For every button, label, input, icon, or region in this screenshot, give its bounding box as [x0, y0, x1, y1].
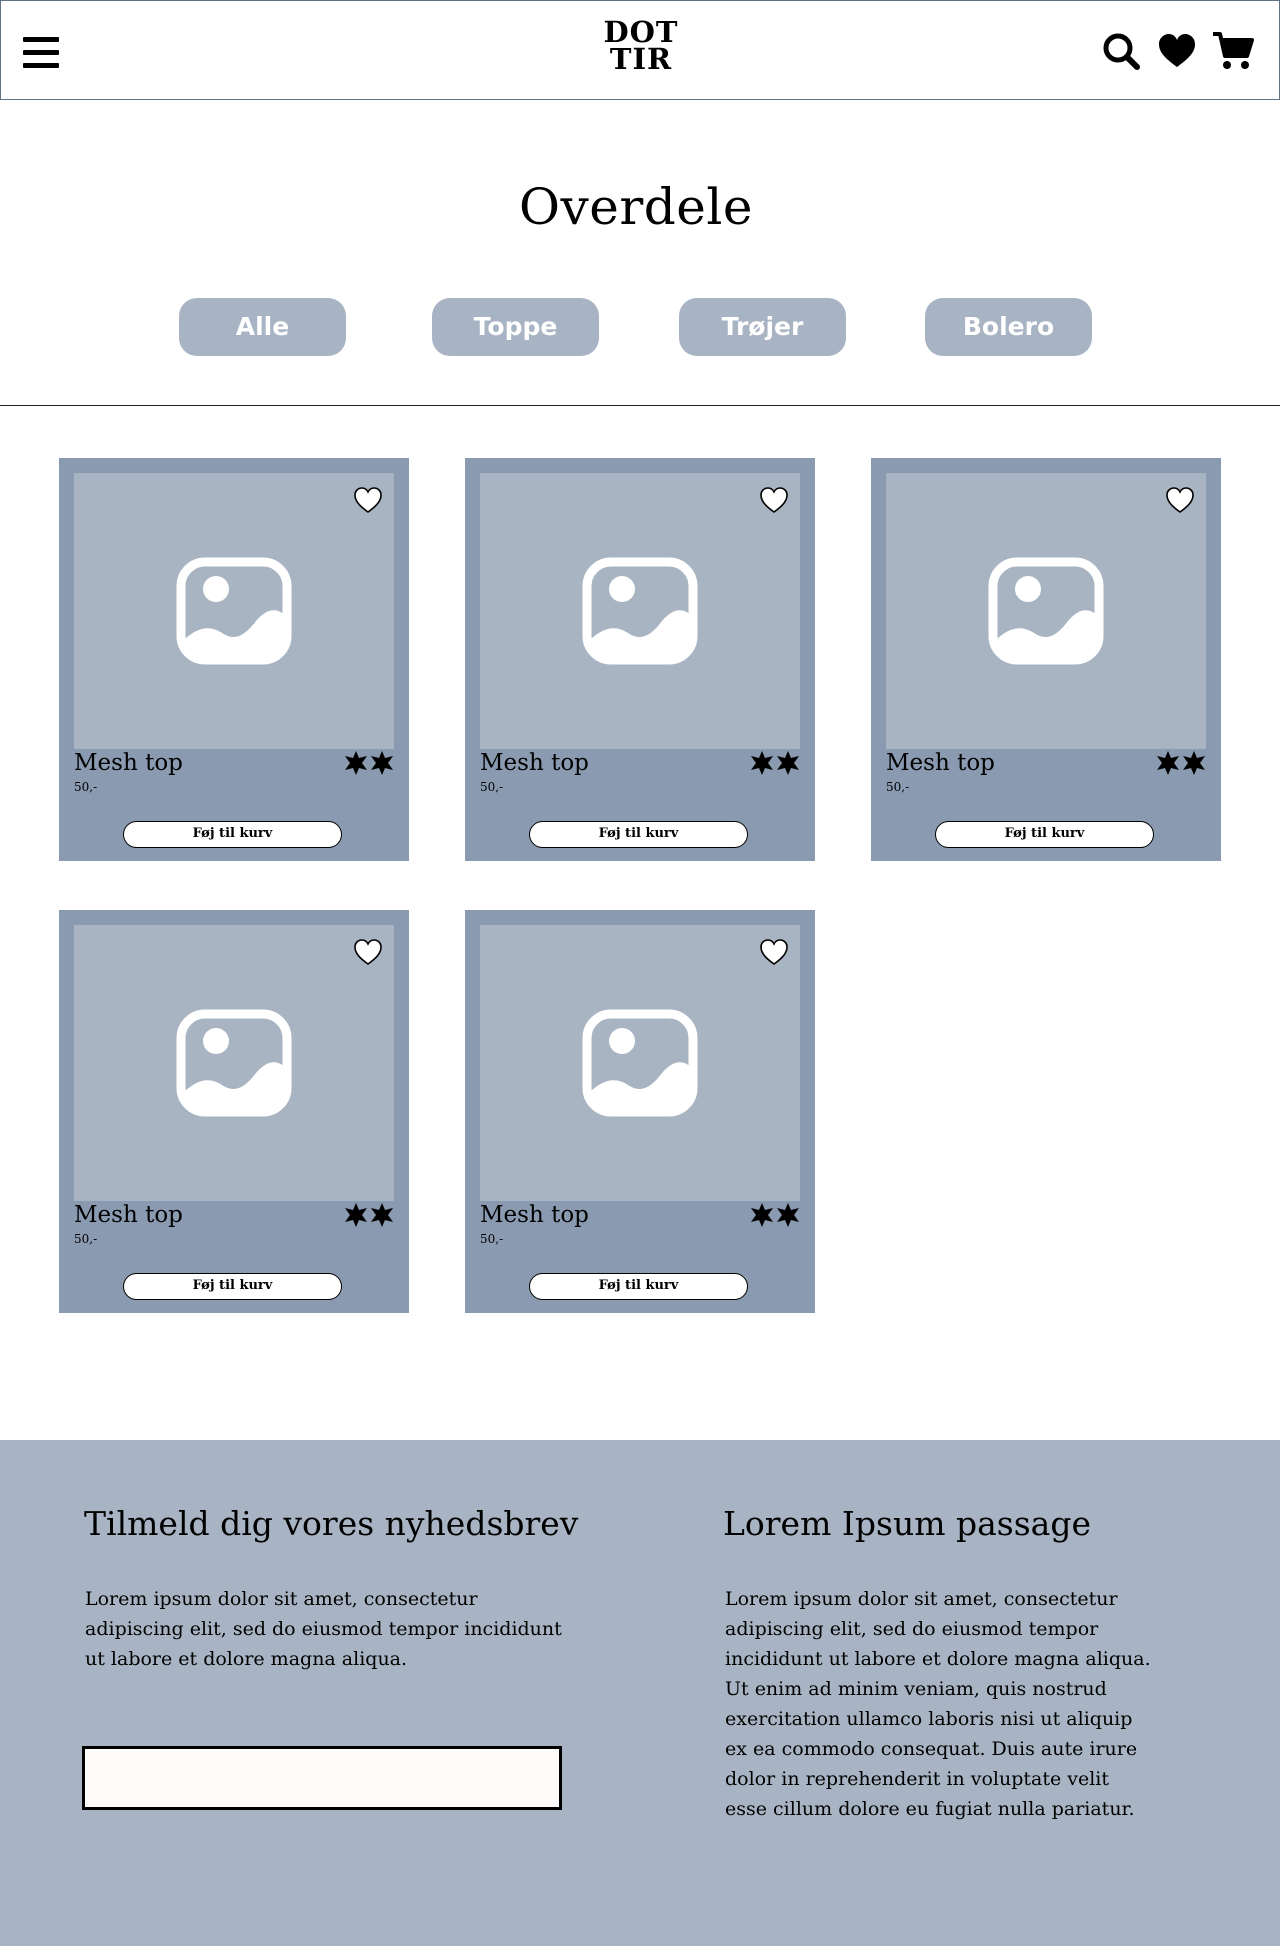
site-header: DOT TIR	[0, 0, 1280, 100]
product-image[interactable]	[886, 473, 1206, 749]
add-to-cart-button[interactable]: Føj til kurv	[123, 821, 342, 848]
product-price: 50,-	[74, 1232, 98, 1246]
filter-toppe[interactable]: Toppe	[432, 298, 599, 356]
image-placeholder-icon	[988, 557, 1104, 665]
favorite-heart-icon[interactable]	[1165, 485, 1195, 515]
add-to-cart-button[interactable]: Føj til kurv	[529, 821, 748, 848]
newsletter-text: Lorem ipsum dolor sit amet, consectetur …	[85, 1588, 562, 1670]
footer: Tilmeld dig vores nyhedsbrev Lorem ipsum…	[0, 1440, 1280, 1946]
page-title: Overdele	[519, 178, 753, 236]
rating-stars-icon	[749, 750, 801, 776]
cart-icon[interactable]	[1211, 29, 1255, 73]
product-image[interactable]	[74, 473, 394, 749]
newsletter-email-input[interactable]	[82, 1746, 562, 1810]
product-price: 50,-	[886, 780, 910, 794]
newsletter-title: Tilmeld dig vores nyhedsbrev	[84, 1504, 579, 1543]
add-to-cart-button[interactable]: Føj til kurv	[935, 821, 1154, 848]
product-card[interactable]: Mesh top 50,- Føj til kurv	[59, 458, 409, 861]
rating-stars-icon	[1155, 750, 1207, 776]
header-icons	[1099, 29, 1265, 70]
divider	[0, 405, 1280, 406]
product-name: Mesh top	[886, 750, 995, 776]
passage-title: Lorem Ipsum passage	[723, 1504, 1091, 1543]
logo[interactable]: DOT TIR	[601, 18, 681, 81]
product-name: Mesh top	[74, 750, 183, 776]
filter-bolero[interactable]: Bolero	[925, 298, 1092, 356]
image-placeholder-icon	[582, 557, 698, 665]
product-card[interactable]: Mesh top 50,- Føj til kurv	[59, 910, 409, 1313]
product-card[interactable]: Mesh top 50,- Føj til kurv	[465, 910, 815, 1313]
favorite-heart-icon[interactable]	[353, 485, 383, 515]
product-name: Mesh top	[480, 1202, 589, 1228]
rating-stars-icon	[343, 1202, 395, 1228]
passage-text: Lorem ipsum dolor sit amet, consectetur …	[725, 1588, 1151, 1820]
product-price: 50,-	[74, 780, 98, 794]
rating-stars-icon	[343, 750, 395, 776]
favorite-heart-icon[interactable]	[759, 485, 789, 515]
product-card[interactable]: Mesh top 50,- Føj til kurv	[871, 458, 1221, 861]
menu-icon[interactable]	[23, 35, 59, 71]
product-card[interactable]: Mesh top 50,- Føj til kurv	[465, 458, 815, 861]
image-placeholder-icon	[176, 1009, 292, 1117]
product-image[interactable]	[74, 925, 394, 1201]
heart-icon[interactable]	[1155, 29, 1199, 73]
add-to-cart-button[interactable]: Føj til kurv	[123, 1273, 342, 1300]
product-name: Mesh top	[480, 750, 589, 776]
product-name: Mesh top	[74, 1202, 183, 1228]
product-image[interactable]	[480, 473, 800, 749]
product-price: 50,-	[480, 780, 504, 794]
product-price: 50,-	[480, 1232, 504, 1246]
favorite-heart-icon[interactable]	[759, 937, 789, 967]
favorite-heart-icon[interactable]	[353, 937, 383, 967]
product-image[interactable]	[480, 925, 800, 1201]
image-placeholder-icon	[582, 1009, 698, 1117]
rating-stars-icon	[749, 1202, 801, 1228]
filter-alle[interactable]: Alle	[179, 298, 346, 356]
filter-trojer[interactable]: Trøjer	[679, 298, 846, 356]
search-icon[interactable]	[1099, 29, 1143, 73]
add-to-cart-button[interactable]: Føj til kurv	[529, 1273, 748, 1300]
logo-line-2: TIR	[609, 42, 673, 76]
image-placeholder-icon	[176, 557, 292, 665]
